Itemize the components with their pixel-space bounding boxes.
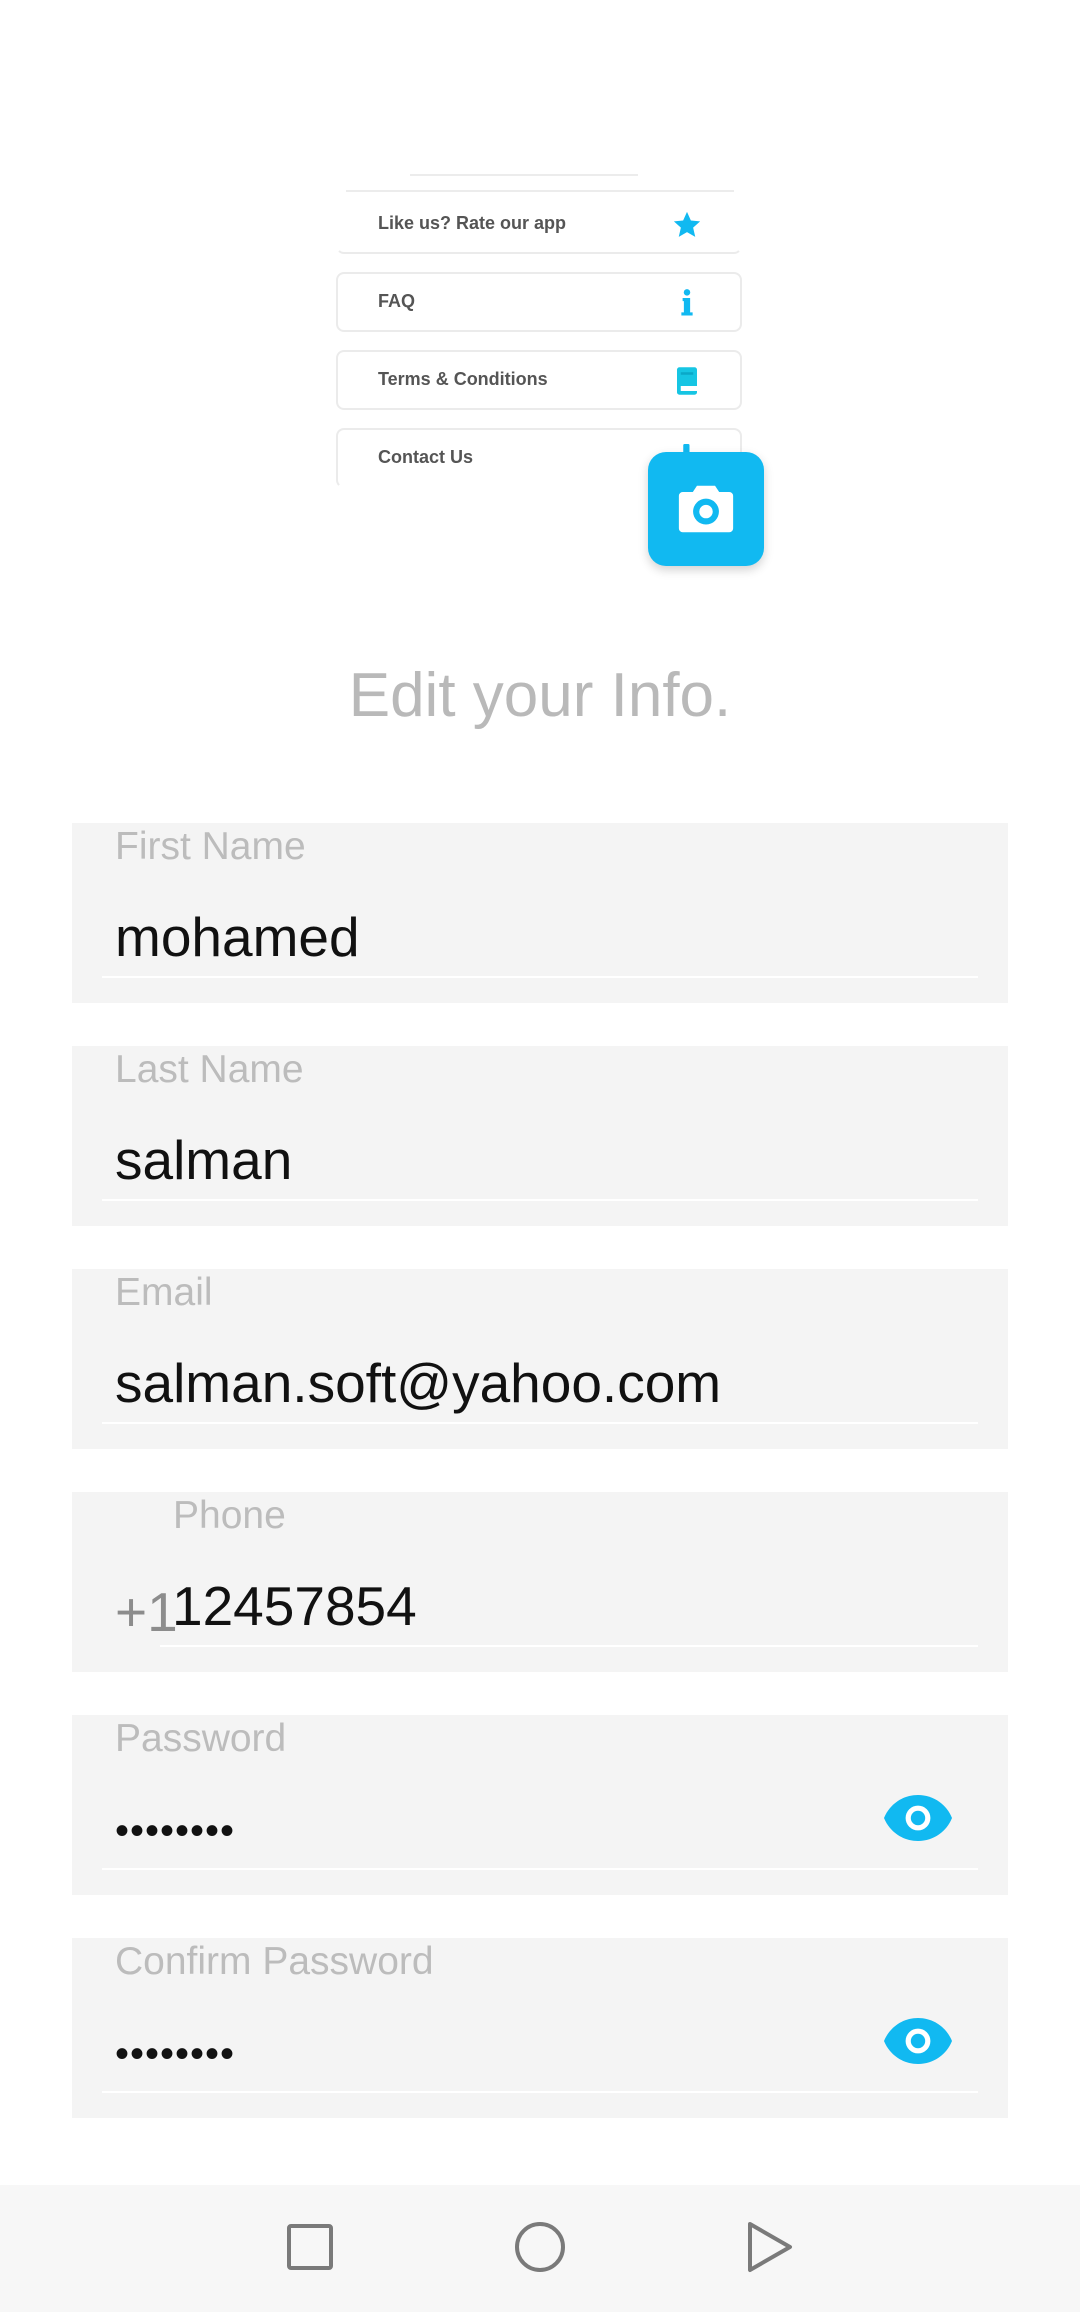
email-input[interactable]: salman.soft@yahoo.com <box>115 1351 721 1415</box>
eye-icon[interactable] <box>884 1795 952 1841</box>
page-title: Edit your Info. <box>348 661 732 730</box>
field-underline <box>160 1645 978 1647</box>
password-label: Password <box>115 1717 287 1760</box>
field-underline <box>102 2091 978 2093</box>
first-name-field[interactable]: First Name mohamed <box>72 823 1008 1003</box>
menu-item-label: Contact Us <box>378 447 474 467</box>
divider <box>410 174 638 176</box>
menu-item-rate: Like us? Rate our app <box>336 194 742 254</box>
first-name-label: First Name <box>115 825 306 868</box>
phone-field[interactable]: Phone +1 12457854 <box>72 1492 1008 1672</box>
field-underline <box>102 1868 978 1870</box>
star-icon <box>673 211 701 237</box>
menu-item-faq: FAQ <box>336 272 742 332</box>
camera-button[interactable] <box>648 452 764 566</box>
email-label: Email <box>115 1271 213 1314</box>
password-input[interactable]: •••••••• <box>115 1809 235 1854</box>
home-icon[interactable] <box>512 2219 568 2275</box>
back-icon[interactable] <box>742 2219 798 2275</box>
confirm-password-label: Confirm Password <box>115 1940 434 1983</box>
country-code-prefix[interactable]: +1 <box>115 1580 178 1644</box>
menu-item-label: Like us? Rate our app <box>378 213 567 233</box>
book-icon <box>677 367 697 395</box>
field-underline <box>102 1422 978 1424</box>
info-icon <box>681 289 693 316</box>
eye-icon[interactable] <box>884 2018 952 2064</box>
email-field[interactable]: Email salman.soft@yahoo.com <box>72 1269 1008 1449</box>
system-navigation-bar <box>0 2185 1080 2312</box>
recents-icon[interactable] <box>282 2219 338 2275</box>
phone-input[interactable]: 12457854 <box>172 1574 417 1638</box>
camera-icon <box>678 485 734 533</box>
last-name-label: Last Name <box>115 1048 304 1091</box>
menu-item-label: Terms & Conditions <box>378 369 548 389</box>
phone-label: Phone <box>173 1494 286 1537</box>
confirm-password-field[interactable]: Confirm Password •••••••• <box>72 1938 1008 2118</box>
last-name-input[interactable]: salman <box>115 1128 292 1192</box>
last-name-field[interactable]: Last Name salman <box>72 1046 1008 1226</box>
menu-preview-image: Like us? Rate our app FAQ Terms & Condit… <box>336 170 742 500</box>
first-name-input[interactable]: mohamed <box>115 905 360 969</box>
confirm-password-input[interactable]: •••••••• <box>115 2032 235 2077</box>
field-underline <box>102 976 978 978</box>
divider <box>346 190 734 192</box>
menu-item-label: FAQ <box>378 291 416 311</box>
password-field[interactable]: Password •••••••• <box>72 1715 1008 1895</box>
menu-item-terms: Terms & Conditions <box>336 350 742 410</box>
field-underline <box>102 1199 978 1201</box>
